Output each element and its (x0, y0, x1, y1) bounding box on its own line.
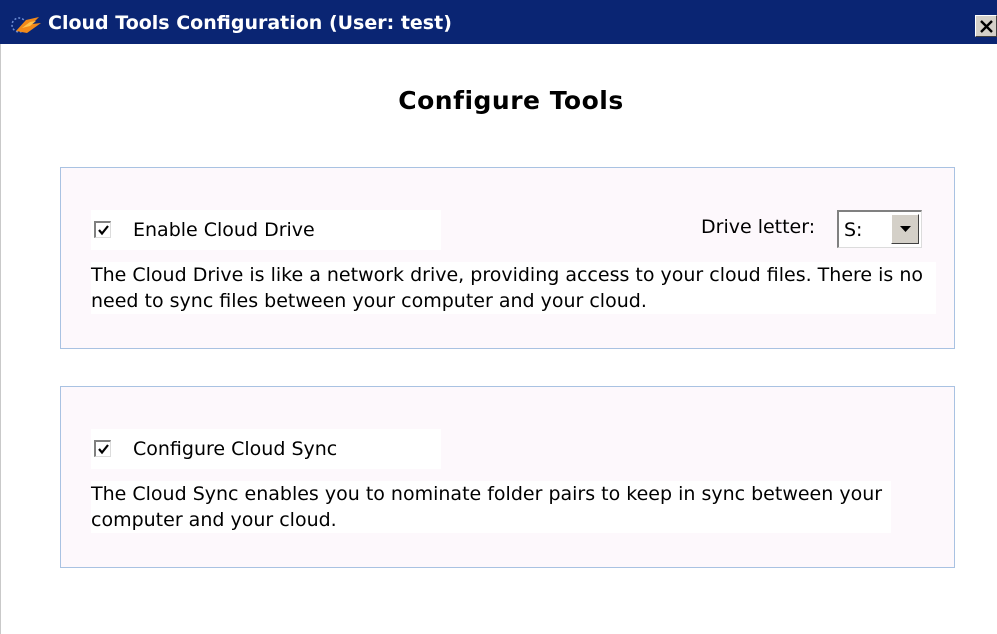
page-title: Configure Tools (398, 86, 624, 115)
enable-cloud-drive-label[interactable]: Enable Cloud Drive (133, 219, 315, 241)
drive-letter-dropdown-button[interactable] (891, 214, 919, 244)
configure-cloud-sync-row[interactable]: Configure Cloud Sync (91, 429, 441, 469)
chevron-down-icon (900, 226, 911, 232)
enable-cloud-drive-row[interactable]: Enable Cloud Drive (91, 210, 441, 250)
close-icon (980, 20, 993, 33)
configure-cloud-sync-label[interactable]: Configure Cloud Sync (133, 438, 337, 460)
cloud-drive-description: The Cloud Drive is like a network drive,… (91, 262, 936, 314)
enable-cloud-drive-checkbox[interactable] (94, 221, 111, 238)
checkmark-icon (98, 225, 109, 236)
cloud-sync-panel: Configure Cloud Sync The Cloud Sync enab… (60, 386, 955, 568)
drive-letter-value: S: (844, 219, 863, 241)
window-left-border (0, 44, 8, 634)
window-title: Cloud Tools Configuration (User: test) (48, 12, 452, 34)
title-bar[interactable]: Cloud Tools Configuration (User: test) (0, 0, 997, 44)
drive-letter-select[interactable]: S: (837, 210, 922, 248)
configure-cloud-sync-checkbox[interactable] (94, 440, 111, 457)
cloud-tools-config-window: Cloud Tools Configuration (User: test) C… (0, 0, 997, 634)
drive-letter-label: Drive letter: (701, 216, 816, 238)
cloud-sync-description: The Cloud Sync enables you to nominate f… (91, 481, 891, 533)
cloud-drive-panel: Enable Cloud Drive Drive letter: S: The … (60, 167, 955, 349)
cloud-tools-app-icon (10, 14, 44, 36)
close-button[interactable] (975, 15, 997, 37)
checkmark-icon (98, 444, 109, 455)
